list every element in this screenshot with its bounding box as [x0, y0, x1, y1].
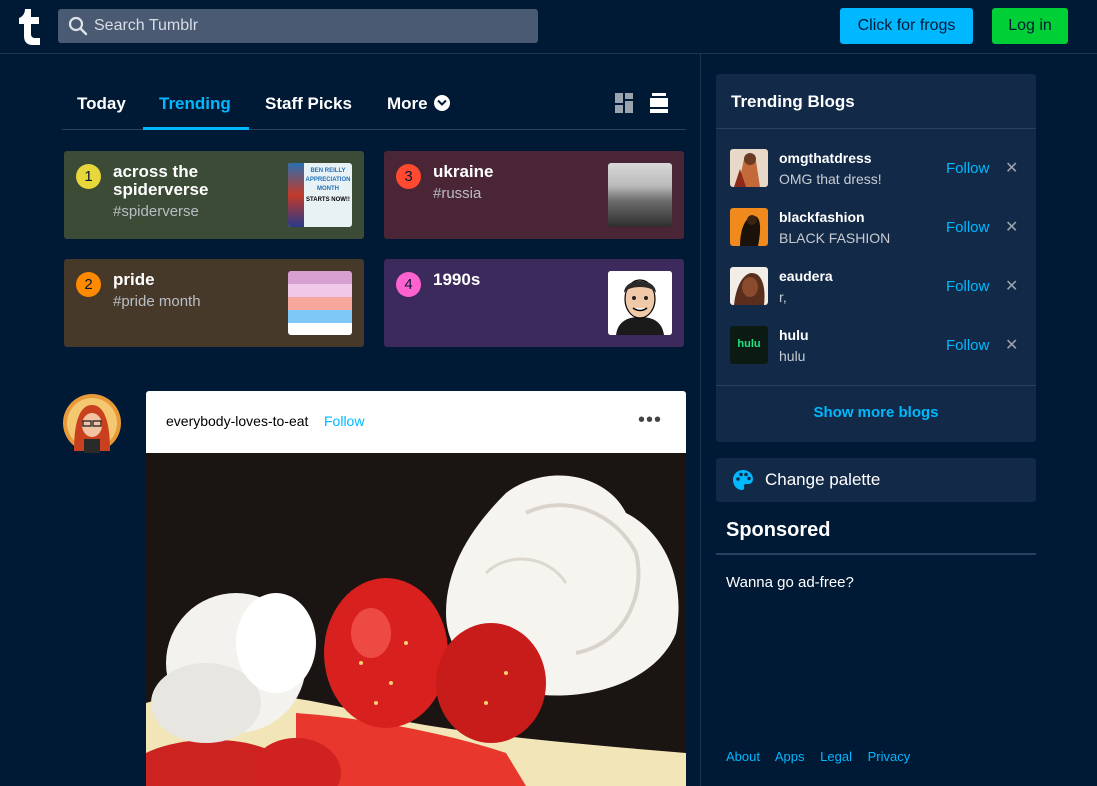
trending-title: pride	[113, 270, 155, 289]
rank-badge: 4	[396, 272, 421, 297]
footer-apps-link[interactable]: Apps	[775, 749, 805, 764]
tab-staff-picks[interactable]: Staff Picks	[265, 78, 352, 130]
trending-title: 1990s	[433, 270, 481, 289]
column-divider	[700, 54, 701, 786]
trending-blogs-panel: Trending Blogs omgthatdress OMG that dre…	[716, 74, 1036, 442]
post-photo-strawberry-cheesecake	[146, 453, 686, 786]
blog-name[interactable]: omgthatdress	[779, 150, 872, 166]
post-header: everybody-loves-to-eat Follow •••	[146, 391, 686, 453]
trending-tag: #russia	[433, 185, 482, 202]
trending-blog-row[interactable]: omgthatdress OMG that dress! Follow ✕	[730, 149, 1030, 189]
trending-card-1[interactable]: 1 across the spiderverse #spiderverse BE…	[64, 151, 364, 239]
blog-avatar[interactable]: hulu	[730, 326, 768, 364]
trending-card-3[interactable]: 3 ukraine #russia	[384, 151, 684, 239]
rank-badge: 2	[76, 272, 101, 297]
explore-tabs: Today Trending Staff Picks More	[62, 78, 686, 130]
ad-free-link[interactable]: Wanna go ad-free?	[726, 574, 854, 591]
search-bar[interactable]	[58, 9, 538, 43]
show-more-blogs-link[interactable]: Show more blogs	[716, 404, 1036, 421]
divider	[716, 128, 1036, 129]
trending-title: ukraine	[433, 162, 494, 181]
trending-tag: #pride month	[113, 293, 201, 310]
dismiss-icon[interactable]: ✕	[1005, 158, 1018, 178]
search-input[interactable]	[94, 17, 514, 35]
tab-today[interactable]: Today	[77, 78, 126, 130]
click-for-frogs-button[interactable]: Click for frogs	[840, 8, 973, 44]
blog-description: hulu	[779, 348, 806, 364]
top-header: Click for frogs Log in	[0, 0, 1097, 54]
thumb-text-line: STARTS NOW!!	[306, 197, 350, 203]
blog-avatar[interactable]	[730, 149, 768, 187]
dismiss-icon[interactable]: ✕	[1005, 276, 1018, 296]
palette-icon	[733, 470, 753, 490]
change-palette-label: Change palette	[765, 470, 881, 489]
blog-description: OMG that dress!	[779, 171, 882, 187]
divider	[716, 553, 1036, 555]
dismiss-icon[interactable]: ✕	[1005, 217, 1018, 237]
dismiss-icon[interactable]: ✕	[1005, 335, 1018, 355]
sponsored-heading: Sponsored	[726, 519, 831, 541]
login-button[interactable]: Log in	[992, 8, 1068, 44]
trending-title: across the spiderverse	[113, 162, 209, 199]
masonry-view-icon[interactable]	[615, 93, 633, 113]
search-icon	[68, 16, 88, 36]
thumb-text-line: APPRECIATION	[305, 177, 351, 183]
follow-button[interactable]: Follow	[946, 219, 989, 236]
tab-trending[interactable]: Trending	[159, 78, 231, 130]
trending-blogs-title: Trending Blogs	[731, 92, 855, 111]
list-view-icon[interactable]	[650, 93, 668, 113]
footer-about-link[interactable]: About	[726, 749, 760, 764]
active-tab-underline	[143, 127, 249, 130]
thumb-text-line: MONTH	[317, 186, 339, 192]
post-blog-name[interactable]: everybody-loves-to-eat	[166, 413, 308, 429]
post-follow-button[interactable]: Follow	[324, 413, 364, 429]
follow-button[interactable]: Follow	[946, 337, 989, 354]
chevron-down-icon	[433, 95, 450, 111]
footer-privacy-link[interactable]: Privacy	[868, 749, 911, 764]
tab-more-label: More	[387, 94, 428, 113]
trending-card-4[interactable]: 4 1990s	[384, 259, 684, 347]
follow-button[interactable]: Follow	[946, 160, 989, 177]
pride-flag-thumbnail	[288, 271, 352, 335]
trending-tag: #spiderverse	[113, 203, 199, 220]
trending-blog-row[interactable]: hulu hulu hulu Follow ✕	[730, 326, 1030, 366]
hulu-logo: hulu	[737, 338, 761, 350]
more-options-icon[interactable]: •••	[638, 409, 662, 432]
blog-name[interactable]: eaudera	[779, 268, 833, 284]
blog-avatar[interactable]	[730, 267, 768, 305]
portrait-illustration-thumbnail	[608, 271, 672, 335]
blog-avatar[interactable]	[730, 208, 768, 246]
blog-description: BLACK FASHION	[779, 230, 891, 246]
blog-description: r,	[779, 289, 787, 305]
trending-card-2[interactable]: 2 pride #pride month	[64, 259, 364, 347]
landscape-photo-thumbnail	[608, 163, 672, 227]
blog-name[interactable]: hulu	[779, 327, 809, 343]
post-card: everybody-loves-to-eat Follow •••	[146, 391, 686, 786]
post-author-avatar[interactable]	[62, 391, 122, 455]
footer-links: About Apps Legal Privacy	[726, 749, 922, 764]
follow-button[interactable]: Follow	[946, 278, 989, 295]
footer-legal-link[interactable]: Legal	[820, 749, 852, 764]
rank-badge: 1	[76, 164, 101, 189]
rank-badge: 3	[396, 164, 421, 189]
trending-blog-row[interactable]: blackfashion BLACK FASHION Follow ✕	[730, 208, 1030, 248]
divider	[716, 385, 1036, 386]
tab-more[interactable]: More	[387, 78, 450, 130]
tumblr-logo-icon[interactable]	[18, 9, 44, 45]
change-palette-button[interactable]: Change palette	[716, 458, 1036, 502]
trending-blog-row[interactable]: eaudera r, Follow ✕	[730, 267, 1030, 307]
trending-thumbnail: BEN REILLY APPRECIATION MONTH STARTS NOW…	[288, 163, 352, 227]
thumb-text-line: BEN REILLY	[310, 168, 346, 174]
blog-name[interactable]: blackfashion	[779, 209, 865, 225]
